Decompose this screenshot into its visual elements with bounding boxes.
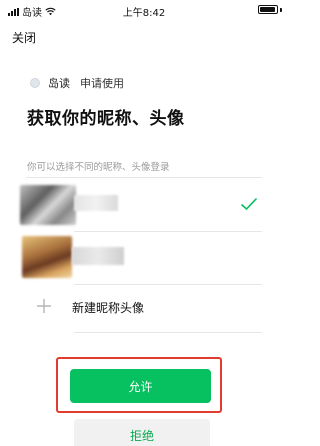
check-icon — [240, 197, 258, 211]
allow-button[interactable]: 允许 — [70, 369, 211, 403]
profile-name-blurred — [72, 247, 124, 265]
status-time: 上午8:42 — [122, 8, 166, 19]
battery-fill — [260, 7, 276, 12]
request-text: 申请使用 — [80, 77, 124, 90]
status-bar: 岛读 上午8:42 — [0, 0, 288, 20]
app-logo-icon — [30, 78, 40, 88]
page-title: 获取你的昵称、头像 — [27, 109, 185, 129]
divider — [74, 332, 262, 333]
reject-button[interactable]: 拒绝 — [74, 419, 210, 446]
app-request-line: 岛读 申请使用 — [30, 75, 124, 91]
battery-icon — [258, 5, 278, 14]
new-profile-label: 新建昵称头像 — [72, 301, 145, 315]
plus-icon — [37, 299, 51, 313]
profile-name-blurred — [74, 195, 118, 211]
app-name: 岛读 — [48, 77, 70, 90]
subtitle: 你可以选择不同的昵称、头像登录 — [27, 162, 170, 173]
close-button[interactable]: 关闭 — [12, 29, 36, 46]
profile-avatar-blurred — [20, 185, 76, 225]
battery-tip — [280, 7, 282, 12]
battery-indicator — [258, 5, 282, 14]
profile-avatar-blurred — [22, 236, 72, 278]
